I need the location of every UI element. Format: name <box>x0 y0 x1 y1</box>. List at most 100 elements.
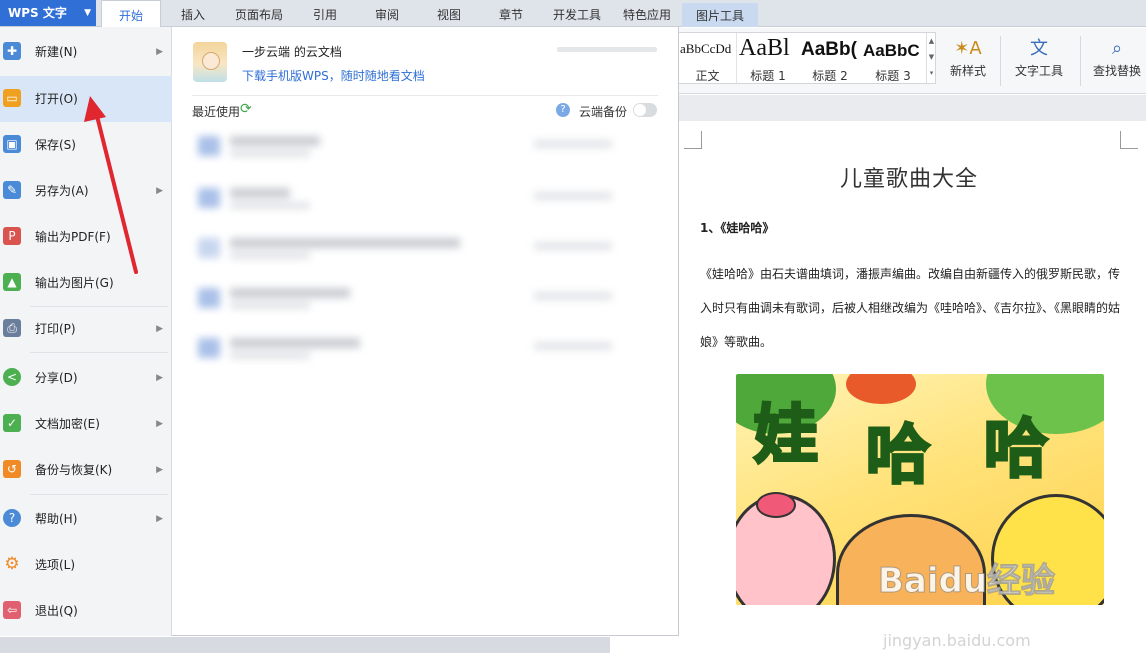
open-folder-icon: ▭ <box>3 89 21 107</box>
text-tools-button[interactable]: 文 文字工具 <box>1008 34 1070 86</box>
recent-file-item[interactable] <box>194 182 626 212</box>
find-replace-button[interactable]: ⌕ 查找替换 <box>1088 34 1146 86</box>
new-style-label: 新样式 <box>949 64 986 78</box>
recent-file-item[interactable] <box>194 282 626 312</box>
baidu-watermark: Baidu经验 <box>877 561 1056 602</box>
recent-file-item[interactable] <box>194 232 626 262</box>
bow-decoration <box>756 492 796 518</box>
tab-references[interactable]: 引用 <box>300 0 350 27</box>
style-heading-1[interactable]: AaBl 标题 1 <box>737 33 799 83</box>
style-gallery: aBbCcDd 正文 AaBl 标题 1 AaBb( 标题 2 AaBbC 标题… <box>678 32 936 84</box>
recent-files-label: 最近使用 <box>192 105 241 119</box>
style-preview: AaBbC <box>863 41 920 60</box>
backup-icon: ↺ <box>3 460 21 478</box>
recent-file-item[interactable] <box>194 332 626 362</box>
recent-file-name <box>230 288 350 298</box>
menu-item-label: 备份与恢复(K) <box>35 463 113 477</box>
user-avatar[interactable] <box>193 42 227 82</box>
save-icon: ▣ <box>3 135 21 153</box>
leaf-decoration <box>846 374 916 404</box>
wps-app-menu-button[interactable]: WPS 文字 ▼ <box>0 0 96 26</box>
document-paragraph: 《娃哈哈》由石夫谱曲填词，潘振声编曲。改编自由新疆传入的俄罗斯民歌，传入时只有曲… <box>700 267 1121 349</box>
recent-file-time <box>534 192 612 200</box>
style-preview: AaBb( <box>801 39 857 60</box>
recent-file-path <box>230 352 310 359</box>
document-icon <box>198 136 220 156</box>
document-title: 儿童歌曲大全 <box>839 167 978 192</box>
find-replace-label: 查找替换 <box>1092 64 1141 78</box>
menu-divider <box>30 494 168 495</box>
chevron-right-icon: ▶ <box>156 419 163 429</box>
document-page[interactable]: 儿童歌曲大全 1、《娃哈哈》 《娃哈哈》由石夫谱曲填词，潘振声编曲。改编自由新疆… <box>678 121 1146 653</box>
menu-tab-bar: WPS 文字 ▼ 开始 插入 页面布局 引用 审阅 视图 章节 开发工具 特色应… <box>0 0 1146 28</box>
download-mobile-link[interactable]: 下载手机版WPS，随时随地看文档 <box>242 67 425 84</box>
new-style-button[interactable]: ✶A 新样式 <box>942 34 994 86</box>
text-tools-icon: 文 <box>1030 38 1048 59</box>
app-menu-label: WPS 文字 <box>8 6 67 20</box>
page-margin-corner <box>1120 131 1138 149</box>
menu-item-save-as[interactable]: ✎ 另存为(A) ▶ <box>0 169 172 213</box>
recent-file-path <box>230 150 310 157</box>
recent-file-name <box>230 136 320 146</box>
tab-chapter[interactable]: 章节 <box>486 0 536 27</box>
style-heading-3[interactable]: AaBbC 标题 3 <box>861 33 925 83</box>
export-image-icon: ▲ <box>3 273 21 291</box>
menu-item-backup[interactable]: ↺ 备份与恢复(K) ▶ <box>0 448 172 492</box>
menu-item-label: 保存(S) <box>35 138 76 152</box>
recent-file-path <box>230 202 310 209</box>
new-document-icon: ✚ <box>3 42 21 60</box>
background-strip <box>0 637 610 653</box>
chevron-right-icon: ▶ <box>156 186 163 196</box>
menu-item-new[interactable]: ✚ 新建(N) ▶ <box>0 30 172 74</box>
tab-picture-tools[interactable]: 图片工具 <box>682 3 758 27</box>
text-tools-label: 文字工具 <box>1014 64 1063 78</box>
chevron-down-icon: ▼ <box>84 8 91 18</box>
find-replace-icon: ⌕ <box>1111 38 1123 59</box>
menu-item-label: 新建(N) <box>35 45 78 59</box>
menu-item-encrypt[interactable]: ✓ 文档加密(E) ▶ <box>0 402 172 446</box>
style-preview: aBbCcDd <box>680 41 732 56</box>
help-circle-icon[interactable]: ? <box>556 103 570 117</box>
cloud-backup-label: 云端备份 <box>579 105 628 119</box>
recent-file-time <box>534 292 612 300</box>
recent-file-time <box>534 242 612 250</box>
recent-file-name <box>230 188 290 198</box>
image-title-char: 哈 <box>865 418 932 495</box>
menu-item-share[interactable]: < 分享(D) ▶ <box>0 356 172 400</box>
print-icon: ⎙ <box>3 319 21 337</box>
recent-file-time <box>534 342 612 350</box>
tab-insert[interactable]: 插入 <box>168 0 218 27</box>
tab-page-layout[interactable]: 页面布局 <box>226 0 292 27</box>
menu-item-label: 选项(L) <box>35 558 76 572</box>
tab-review[interactable]: 审阅 <box>362 0 412 27</box>
style-heading-2[interactable]: AaBb( 标题 2 <box>799 33 861 83</box>
menu-item-options[interactable]: ⚙ 选项(L) <box>0 543 172 587</box>
exit-icon: ⇦ <box>3 601 21 619</box>
share-icon: < <box>3 368 21 386</box>
menu-item-exit[interactable]: ⇦ 退出(Q) <box>0 589 172 633</box>
menu-item-help[interactable]: ? 帮助(H) ▶ <box>0 497 172 541</box>
image-title-char: 哈 <box>983 412 1050 489</box>
tab-developer-tools[interactable]: 开发工具 <box>546 0 608 27</box>
tab-special-apps[interactable]: 特色应用 <box>616 0 678 27</box>
document-icon <box>198 338 220 358</box>
ribbon-divider <box>1080 36 1081 86</box>
menu-item-export-image[interactable]: ▲ 输出为图片(G) <box>0 261 172 305</box>
recent-file-path <box>230 252 310 259</box>
refresh-icon[interactable]: ⟳ <box>240 101 252 117</box>
cloud-backup-toggle[interactable] <box>633 103 657 117</box>
menu-item-print[interactable]: ⎙ 打印(P) ▶ <box>0 307 172 351</box>
tab-home[interactable]: 开始 <box>101 0 161 28</box>
menu-item-label: 分享(D) <box>35 371 78 385</box>
file-menu-panel: 一步云端 的云文档 下载手机版WPS，随时随地看文档 最近使用 ⟳ ? 云端备份 <box>172 27 679 636</box>
recent-file-item[interactable] <box>194 130 626 160</box>
tab-view[interactable]: 视图 <box>424 0 474 27</box>
style-gallery-scroll[interactable]: ▲ ▼ ▾ <box>926 33 936 83</box>
chevron-right-icon: ▶ <box>156 373 163 383</box>
style-normal[interactable]: aBbCcDd 正文 <box>679 33 737 83</box>
menu-item-export-pdf[interactable]: P 输出为PDF(F) <box>0 215 172 259</box>
menu-item-open[interactable]: ▭ 打开(O) <box>0 76 172 122</box>
chevron-right-icon: ▶ <box>156 514 163 524</box>
options-gear-icon: ⚙ <box>4 554 20 574</box>
menu-item-save[interactable]: ▣ 保存(S) <box>0 123 172 167</box>
